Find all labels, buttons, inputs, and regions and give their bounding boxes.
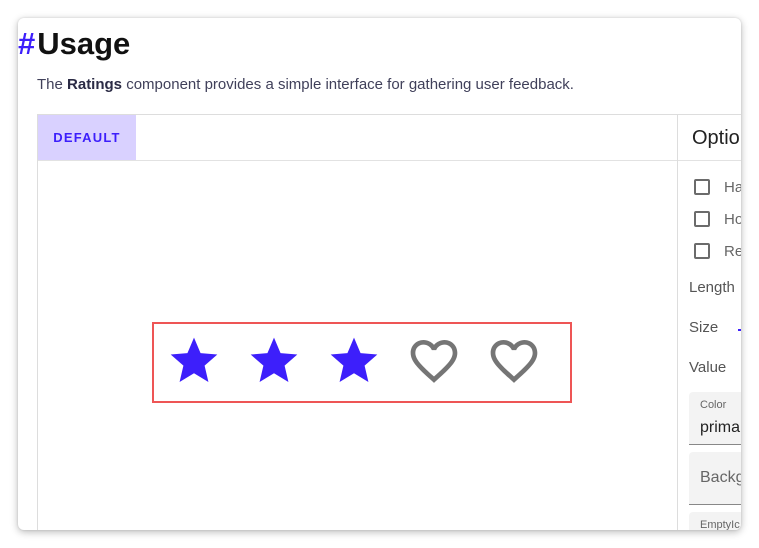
preview-stage [38, 161, 677, 530]
checkbox-label: Ha [724, 178, 741, 196]
length-label: Length [689, 279, 735, 296]
playground-tabs: DEFAULT [38, 115, 677, 161]
checkbox-unchecked-icon[interactable] [694, 211, 710, 227]
usage-playground: DEFAULT Optio Ha Ho Re Length Size Value… [37, 114, 741, 530]
size-slider-track[interactable] [738, 329, 741, 331]
page-title: # Usage [18, 24, 130, 64]
option-checkbox-readonly[interactable]: Re [694, 241, 741, 261]
options-title: Optio [692, 127, 740, 149]
value-label: Value [689, 359, 727, 376]
rating-item[interactable] [326, 333, 406, 389]
option-checkbox-half-increments[interactable]: Ha [694, 177, 741, 197]
rating-item[interactable] [406, 333, 486, 389]
anchor-link[interactable]: # [18, 26, 35, 62]
background-field-placeholder: Backg [700, 469, 741, 486]
rating-item[interactable] [166, 333, 246, 389]
color-field-label: Color [700, 399, 727, 411]
heart-outline-icon [410, 340, 458, 383]
docs-card: # Usage The Ratings component provides a… [18, 18, 741, 530]
options-divider [678, 160, 741, 161]
tab-default[interactable]: DEFAULT [38, 115, 136, 160]
checkbox-unchecked-icon[interactable] [694, 243, 710, 259]
page-description: The Ratings component provides a simple … [37, 76, 574, 93]
star-icon [170, 337, 218, 382]
rating-item[interactable] [246, 333, 326, 389]
checkbox-label: Re [724, 242, 741, 260]
color-select[interactable]: Color prima [689, 392, 741, 445]
checkbox-unchecked-icon[interactable] [694, 179, 710, 195]
page-title-text: Usage [37, 26, 131, 61]
component-name: Ratings [67, 76, 123, 93]
rating-component[interactable] [166, 333, 566, 389]
empty-icon-field[interactable]: EmptyIc [689, 512, 741, 530]
rating-item[interactable] [486, 333, 566, 389]
star-icon [330, 337, 378, 382]
options-panel: Optio Ha Ho Re Length Size Value Color p… [677, 115, 741, 530]
option-checkbox-hover[interactable]: Ho [694, 209, 741, 229]
checkbox-label: Ho [724, 210, 741, 228]
heart-outline-icon [490, 340, 538, 383]
star-icon [250, 337, 298, 382]
background-select[interactable]: Backg [689, 452, 741, 505]
empty-icon-field-label: EmptyIc [700, 519, 740, 530]
size-label: Size [689, 319, 719, 336]
color-field-value: prima [700, 419, 741, 436]
